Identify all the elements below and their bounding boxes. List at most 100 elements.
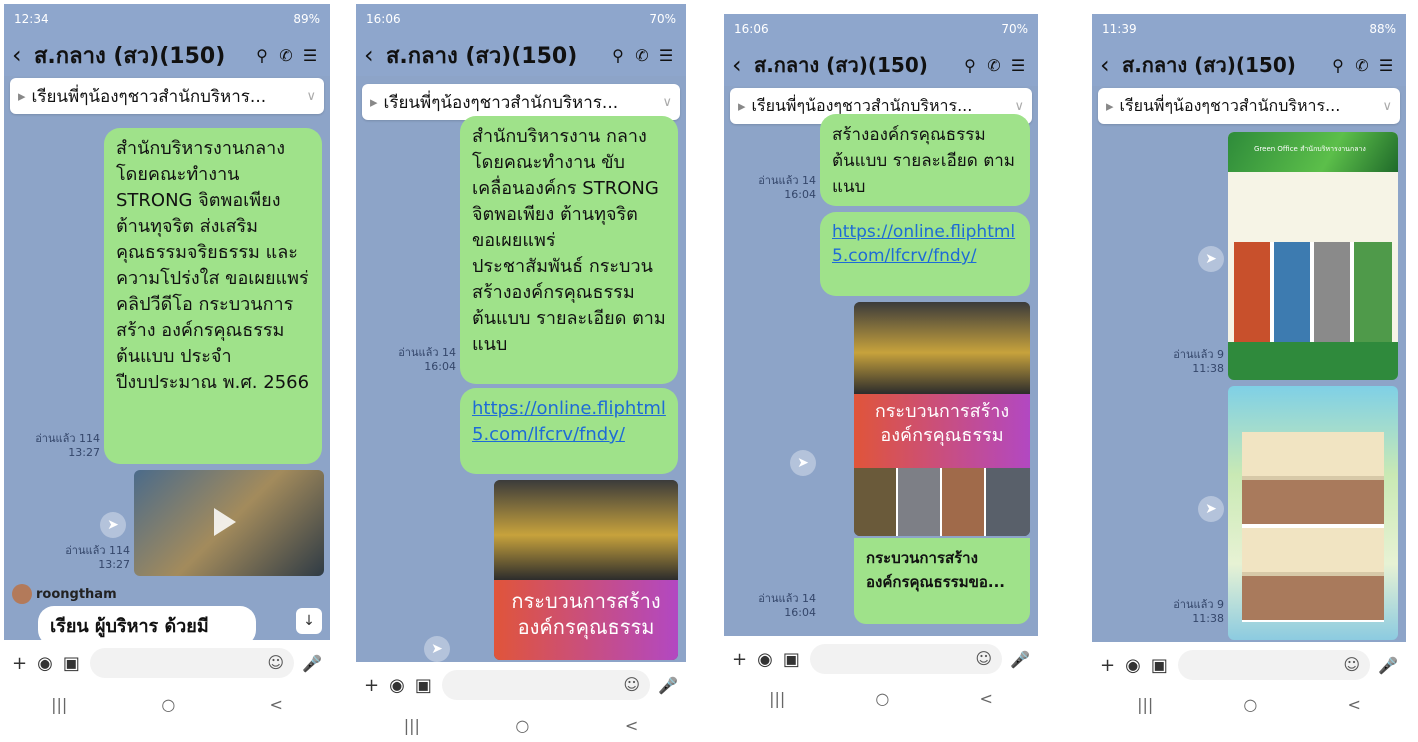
activity-poster[interactable] (1228, 386, 1398, 640)
chevron-down-icon[interactable]: ∨ (306, 89, 316, 104)
status-battery: 70% (1001, 22, 1028, 36)
recent-apps-icon[interactable]: ||| (769, 689, 785, 708)
menu-icon[interactable]: ☰ (654, 46, 678, 65)
share-icon[interactable]: ➤ (1198, 246, 1224, 272)
emoji-icon[interactable]: ☺ (1343, 655, 1360, 674)
input-bar: + ◉ ▣ ☺ 🎤 (356, 662, 686, 708)
emoji-icon[interactable]: ☺ (975, 649, 992, 668)
call-icon[interactable]: ✆ (274, 46, 298, 65)
share-icon[interactable]: ➤ (100, 512, 126, 538)
mic-icon[interactable]: 🎤 (1010, 650, 1030, 669)
recent-apps-icon[interactable]: ||| (1137, 695, 1153, 714)
image-icon[interactable]: ▣ (63, 653, 80, 674)
menu-icon[interactable]: ☰ (1374, 56, 1398, 75)
share-icon[interactable]: ➤ (424, 636, 450, 662)
camera-icon[interactable]: ◉ (37, 653, 53, 674)
read-receipt: อ่านแล้ว 114 13:27 (24, 432, 100, 460)
search-icon[interactable]: ⚲ (1326, 56, 1350, 75)
image-icon[interactable]: ▣ (783, 649, 800, 670)
plus-icon[interactable]: + (364, 675, 379, 696)
chevron-down-icon[interactable]: ∨ (662, 95, 672, 110)
caption-bubble[interactable]: กระบวนการสร้าง องค์กรคุณธรรมขอ... (854, 538, 1030, 624)
megaphone-icon: ▸ (1106, 97, 1114, 115)
read-receipt: อ่านแล้ว 14 16:04 (744, 592, 816, 620)
announcement-banner[interactable]: ▸ เรียนพี่ๆน้องๆชาวสำนักบริหาร... ∨ (10, 78, 324, 114)
video-thumbnail[interactable] (134, 470, 324, 576)
chevron-down-icon[interactable]: ∨ (1382, 99, 1392, 114)
status-time: 16:06 (366, 12, 401, 26)
plus-icon[interactable]: + (732, 649, 747, 670)
avatar[interactable] (12, 584, 32, 604)
home-icon[interactable]: ○ (1243, 695, 1257, 714)
message-input[interactable]: ☺ (89, 648, 295, 678)
image-icon[interactable]: ▣ (1151, 655, 1168, 676)
home-icon[interactable]: ○ (161, 695, 175, 714)
read-count: อ่านแล้ว 114 (65, 544, 130, 557)
search-icon[interactable]: ⚲ (250, 46, 274, 65)
message-bubble[interactable]: สำนักบริหารงาน กลาง โดยคณะทำงาน ขับเคลื่… (460, 116, 678, 384)
plus-icon[interactable]: + (12, 653, 27, 674)
search-icon[interactable]: ⚲ (606, 46, 630, 65)
camera-icon[interactable]: ◉ (389, 675, 405, 696)
back-icon[interactable]: ‹ (732, 51, 754, 79)
back-icon[interactable]: ‹ (364, 41, 386, 69)
nav-back-icon[interactable]: < (1347, 695, 1360, 714)
nav-back-icon[interactable]: < (979, 689, 992, 708)
group-photo (854, 302, 1030, 394)
link-bubble[interactable]: https://online.fliphtml5.com/lfcrv/fndy/ (460, 388, 678, 474)
message-time: 11:38 (1192, 362, 1224, 375)
recent-apps-icon[interactable]: ||| (51, 695, 67, 714)
green-office-poster[interactable]: Green Office สำนักบริหารงานกลาง (1228, 132, 1398, 380)
share-icon[interactable]: ➤ (790, 450, 816, 476)
read-count: อ่านแล้ว 14 (758, 592, 816, 605)
message-input[interactable]: ☺ (441, 670, 651, 700)
message-bubble[interactable]: สร้างองค์กรคุณธรรม ต้นแบบ รายละเอียด ตาม… (820, 114, 1030, 206)
message-time: 13:27 (68, 446, 100, 459)
announcement-banner[interactable]: ▸ เรียนพี่ๆน้องๆชาวสำนักบริหาร... ∨ (1098, 88, 1400, 124)
mic-icon[interactable]: 🎤 (302, 654, 322, 673)
emoji-icon[interactable]: ☺ (623, 675, 640, 694)
camera-icon[interactable]: ◉ (757, 649, 773, 670)
back-icon[interactable]: ‹ (1100, 51, 1122, 79)
call-icon[interactable]: ✆ (1350, 56, 1374, 75)
chat-header: ‹ ส.กลาง (สว)(150) ⚲ ✆ ☰ (356, 34, 686, 76)
mic-icon[interactable]: 🎤 (1378, 656, 1398, 675)
status-battery: 70% (649, 12, 676, 26)
call-icon[interactable]: ✆ (630, 46, 654, 65)
search-icon[interactable]: ⚲ (958, 56, 982, 75)
message-input[interactable]: ☺ (1177, 650, 1371, 680)
nav-back-icon[interactable]: < (625, 716, 638, 735)
nav-back-icon[interactable]: < (269, 695, 282, 714)
message-time: 13:27 (98, 558, 130, 571)
sender-label: roongtham (12, 584, 117, 604)
home-icon[interactable]: ○ (875, 689, 889, 708)
recent-apps-icon[interactable]: ||| (404, 716, 420, 735)
message-input[interactable]: ☺ (809, 644, 1003, 674)
status-bar: 11:39 88% (1092, 14, 1406, 44)
home-icon[interactable]: ○ (515, 716, 529, 735)
link-bubble[interactable]: https://online.fliphtml5.com/lfcrv/fndy/ (820, 212, 1030, 296)
image-icon[interactable]: ▣ (415, 675, 432, 696)
camera-icon[interactable]: ◉ (1125, 655, 1141, 676)
back-icon[interactable]: ‹ (12, 41, 34, 69)
status-bar: 12:34 89% (4, 4, 330, 34)
chevron-down-icon[interactable]: ∨ (1014, 99, 1024, 114)
menu-icon[interactable]: ☰ (298, 46, 322, 65)
chat-header: ‹ ส.กลาง (สว)(150) ⚲ ✆ ☰ (4, 34, 330, 76)
chat-title: ส.กลาง (สว)(150) (1122, 53, 1296, 77)
read-count: อ่านแล้ว 14 (758, 174, 816, 187)
plus-icon[interactable]: + (1100, 655, 1115, 676)
mic-icon[interactable]: 🎤 (658, 676, 678, 695)
call-icon[interactable]: ✆ (982, 56, 1006, 75)
poster-title: กระบวนการสร้าง องค์กรคุณธรรม (511, 589, 661, 639)
poster-image[interactable]: กระบวนการสร้าง องค์กรคุณธรรม (494, 480, 678, 660)
message-bubble[interactable]: สำนักบริหารงานกลาง โดยคณะทำงาน STRONG จิ… (104, 128, 322, 464)
share-icon[interactable]: ➤ (1198, 496, 1224, 522)
emoji-icon[interactable]: ☺ (267, 653, 284, 672)
poster-image[interactable]: กระบวนการสร้าง องค์กรคุณธรรม (854, 302, 1030, 536)
announcement-banner[interactable]: ▸ เรียนพี่ๆน้องๆชาวสำนักบริหาร... ∨ (362, 84, 680, 120)
phone-screen-3: 16:06 70% ‹ ส.กลาง (สว)(150) ⚲ ✆ ☰ ▸ เรี… (724, 14, 1038, 714)
poster-photos (1234, 242, 1392, 342)
scroll-down-icon[interactable]: ↓ (296, 608, 322, 634)
menu-icon[interactable]: ☰ (1006, 56, 1030, 75)
